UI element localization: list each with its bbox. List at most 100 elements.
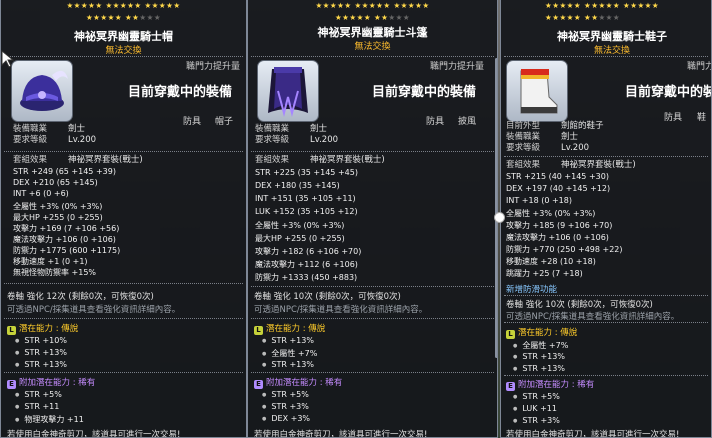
divider [251, 372, 494, 373]
trade-status: 無法交換 [354, 42, 391, 52]
epic-badge: E [7, 380, 16, 389]
trade-status: 無法交換 [594, 46, 631, 56]
stat-line: 魔法攻擊力 +106 (0 +106) [13, 235, 116, 244]
potential-line: STR +13% [513, 352, 565, 361]
scrollbar[interactable] [495, 58, 497, 358]
potential-header: L 潛在能力 : 傳說 [7, 322, 78, 335]
stat-line: 全屬性 +3% (0% +3%) [13, 202, 103, 211]
set-effect-row: 套組效果 神祕冥界套裝(戰士) [255, 155, 385, 165]
upgrade-amount-label: 職門力提升量 [430, 62, 485, 72]
scroll-upgrade-info: 卷軸 強化 10次 (剩餘0次，可恢復0次) [254, 292, 401, 302]
item-tooltip-hat: ★★★★★ ★★★★★ ★★★★★ ★★★★★ ★★★★★ 神祕冥界幽靈騎士帽 無… [0, 0, 247, 438]
scroll-note: 可透過NPC/採集道具查看強化資訊詳細內容。 [254, 305, 428, 315]
category-tag: 防具 [664, 113, 683, 123]
trade-footer: 若使用白金神奇剪刀，該道具可進行一次交易! [254, 430, 428, 438]
stat-line: 攻擊力 +185 (9 +106 +70) [506, 221, 613, 230]
set-effect-row: 套組效果 神祕冥界套裝(戰士) [13, 155, 143, 165]
scroll-upgrade-info: 卷軸 強化 10次 (剩餘0次，可恢復0次) [506, 300, 653, 310]
star-force-rating: ★★★★★ ★★★★★ ★★★★★ ★★★★★ ★★★★★ [66, 1, 181, 22]
stat-line: INT +18 (0 +18) [506, 196, 572, 205]
upgrade-amount-label: 職門力提升量 [186, 62, 241, 72]
additional-potential-line: STR +3% [513, 416, 559, 425]
item-image-hat [11, 60, 73, 122]
potential-line: STR +13% [15, 348, 67, 357]
legendary-badge: L [506, 330, 515, 339]
item-tooltip-shoes: ★★★★★ ★★★★★ ★★★★★ ★★★★★ ★★★★★ 神祕冥界幽靈騎士鞋子 … [500, 0, 712, 438]
scroll-note: 可透過NPC/採集道具查看強化資訊詳細內容。 [506, 312, 680, 322]
cape-icon [268, 67, 308, 117]
upgrade-amount-label: 職門力提升量 [687, 62, 712, 72]
stat-line: 魔法攻擊力 +112 (6 +106) [255, 260, 358, 269]
divider [4, 318, 243, 319]
additional-potential-line: 物理攻擊力 +11 [15, 414, 83, 425]
potential-header: L 潛在能力 : 傳說 [506, 326, 577, 339]
stat-line: 最大HP +255 (0 +255) [255, 234, 345, 243]
level-row: 要求等級 Lv.200 [506, 143, 590, 153]
item-tooltip-cape: ★★★★★ ★★★★★ ★★★★★ ★★★★★ ★★★★★ 神祕冥界幽靈騎士斗篷 … [247, 0, 498, 438]
category-tag: 防具 [426, 117, 445, 127]
job-row: 裝備職業 劍士 [255, 124, 328, 134]
item-image-shoes [506, 60, 568, 122]
stat-line: STR +225 (35 +145 +45) [255, 168, 358, 177]
stat-line: 防禦力 +1333 (450 +883) [255, 273, 358, 282]
epic-badge: E [506, 382, 515, 391]
trade-footer: 若使用白金神奇剪刀，該道具可進行一次交易! [7, 430, 181, 438]
potential-line: 全屬性 +7% [513, 340, 568, 351]
divider [504, 375, 708, 376]
potential-header: L 潛在能力 : 傳說 [254, 322, 325, 335]
divider [251, 56, 494, 57]
stat-line: DEX +197 (40 +145 +12) [506, 184, 611, 193]
stat-line: 移動速度 +28 (10 +18) [506, 257, 596, 266]
additional-potential-line: STR +5% [513, 392, 559, 401]
stat-line: 移動速度 +1 (0 +1) [13, 257, 88, 266]
stat-line: 防禦力 +1775 (600 +1175) [13, 246, 121, 255]
divider [504, 156, 708, 157]
stat-line: DEX +210 (65 +145) [13, 178, 98, 187]
stat-line: STR +249 (65 +145 +39) [13, 167, 116, 176]
stat-line: INT +151 (35 +105 +11) [255, 194, 356, 203]
stat-line: 魔法攻擊力 +106 (0 +106) [506, 233, 609, 242]
additional-potential-header: E 附加潛在能力 : 稀有 [506, 378, 594, 391]
scroll-upgrade-info: 卷軸 強化 12次 (剩餘0次，可恢復0次) [7, 292, 154, 302]
divider [251, 318, 494, 319]
star-force-rating: ★★★★★ ★★★★★ ★★★★★ ★★★★★ ★★★★★ [545, 1, 660, 22]
additional-potential-line: STR +5% [15, 390, 61, 399]
potential-line: STR +13% [262, 336, 314, 345]
slot-tag: 帽子 [215, 117, 234, 127]
potential-line: STR +13% [262, 360, 314, 369]
level-row: 要求等級 Lv.200 [255, 135, 339, 145]
additional-potential-header: E 附加潛在能力 : 稀有 [254, 376, 342, 389]
slot-tag: 鞋 [697, 113, 707, 123]
divider [504, 322, 708, 323]
currently-wearing-label: 目前穿戴中的裝備 [128, 85, 233, 100]
additional-potential-line: STR +3% [262, 402, 308, 411]
set-effect-row: 套組效果 神祕冥界套裝(戰士) [506, 160, 636, 170]
currently-wearing-label: 目前穿戴中的裝備 [372, 85, 477, 100]
stat-line: LUK +152 (35 +105 +12) [255, 207, 358, 216]
divider [251, 286, 494, 287]
scroll-note: 可透過NPC/採集道具查看強化資訊詳細內容。 [7, 305, 181, 315]
level-row: 要求等級 Lv.200 [13, 135, 97, 145]
additional-potential-line: LUK +11 [513, 404, 557, 413]
item-title: 神祕冥界幽靈騎士鞋子 [557, 30, 667, 43]
additional-potential-line: STR +11 [15, 402, 59, 411]
job-row: 裝備職業 劍士 [13, 124, 86, 134]
stat-line: INT +6 (0 +6) [13, 189, 69, 198]
divider [251, 151, 494, 152]
resize-handle[interactable] [494, 212, 505, 223]
slot-tag: 披風 [458, 117, 477, 127]
trade-status: 無法交換 [105, 46, 142, 56]
stat-line: 全屬性 +3% (0% +3%) [506, 209, 596, 218]
job-row: 裝備職業 劍士 [506, 132, 579, 142]
item-image-cape [257, 60, 319, 122]
epic-badge: E [254, 380, 263, 389]
divider [4, 56, 243, 57]
hat-icon [20, 70, 68, 111]
additional-potential-line: DEX +3% [262, 414, 310, 423]
stat-line: 攻擊力 +169 (7 +106 +56) [13, 224, 120, 233]
hand-cursor-icon [1, 49, 15, 68]
potential-line: STR +13% [513, 364, 565, 373]
stat-line: 跳躍力 +25 (7 +18) [506, 269, 583, 278]
divider [4, 372, 243, 373]
currently-wearing-label: 目前穿戴中的裝備 [625, 85, 711, 100]
